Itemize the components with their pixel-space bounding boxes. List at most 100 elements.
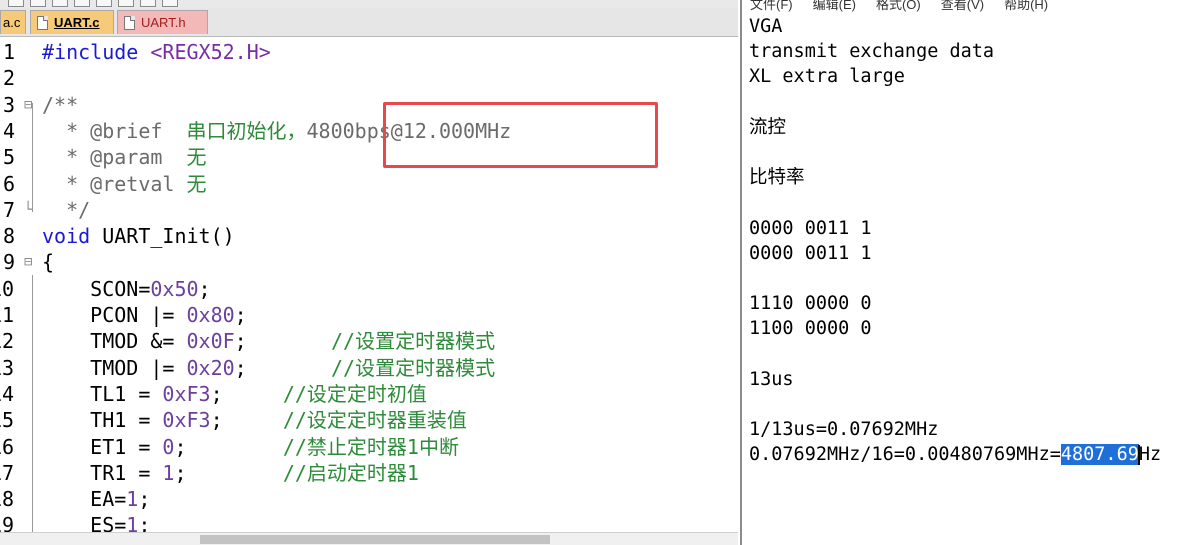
- tab-uart-c[interactable]: UART.c: [30, 10, 114, 34]
- line-number: 13: [0, 355, 15, 380]
- text-line: 1110 0000 0: [749, 293, 872, 315]
- code-token: 1: [126, 487, 139, 512]
- code-token: 0: [162, 434, 175, 459]
- selected-text[interactable]: 4807.69: [1060, 444, 1139, 466]
- text-line: XL extra large: [749, 66, 905, 88]
- code-line[interactable]: 6 * @retval 无: [0, 171, 738, 197]
- toolbar-icon[interactable]: [96, 0, 112, 7]
- text-line: 1100 0000 0: [749, 318, 872, 340]
- line-number: 14: [0, 381, 15, 406]
- code-text: */: [42, 197, 90, 223]
- line-number: 3: [3, 92, 16, 117]
- horizontal-scrollbar[interactable]: [0, 532, 738, 545]
- code-text: TMOD |= 0x20; //设置定时器模式: [42, 355, 495, 381]
- menu-item[interactable]: 格式(O): [876, 0, 921, 13]
- code-line[interactable]: 14 TL1 = 0xF3; //设定定时初值: [0, 381, 738, 407]
- code-token: ;: [234, 303, 247, 327]
- line-number: 7: [3, 197, 16, 222]
- code-token: * @param: [42, 145, 187, 170]
- code-token: <REGX52.H>: [150, 40, 271, 64]
- text-line: [749, 90, 1161, 115]
- fold-toggle-icon[interactable]: └: [24, 197, 32, 223]
- code-token: //设定定时器重装值: [282, 408, 467, 433]
- text-line: 比特率: [749, 167, 805, 189]
- code-token: ;: [174, 434, 283, 459]
- text-line: 流控: [749, 116, 787, 138]
- toolbar-icon[interactable]: [30, 0, 46, 7]
- code-token: 无: [186, 171, 207, 196]
- code-text: TL1 = 0xF3; //设定定时初值: [42, 381, 427, 407]
- menu-item[interactable]: 文件(F): [750, 0, 793, 13]
- text-line: [749, 140, 1161, 165]
- code-text: /**: [42, 92, 78, 118]
- scrollbar-thumb[interactable]: [200, 535, 550, 544]
- tab-label: UART.h: [141, 15, 186, 30]
- code-line[interactable]: 12 TMOD &= 0x0F; //设置定时器模式: [0, 328, 738, 354]
- tab-uart-h[interactable]: UART.h: [117, 10, 208, 34]
- toolbar-icon[interactable]: [8, 0, 24, 7]
- code-token: ;: [174, 460, 283, 485]
- code-token: //启动定时器1: [282, 460, 419, 485]
- code-token: * @retval: [42, 171, 187, 196]
- code-token: ET1 =: [42, 434, 163, 459]
- code-token: //设置定时器模式: [331, 329, 496, 354]
- code-text: void UART_Init(): [42, 223, 235, 249]
- code-token: PCON |=: [42, 303, 187, 327]
- line-number: 16: [0, 434, 15, 459]
- text-line: transmit exchange data: [749, 41, 995, 63]
- code-text: ET1 = 0; //禁止定时器1中断: [42, 434, 459, 460]
- line-number: 18: [0, 487, 15, 512]
- code-line[interactable]: 2: [0, 65, 738, 91]
- notepad-text-area[interactable]: VGA transmit exchange data XL extra large 流…: [749, 14, 1161, 467]
- notepad-window[interactable]: 文件(F) 编辑(E) 格式(O) 查看(V) 帮助(H) VGA transmit ex…: [740, 0, 1200, 545]
- code-text: PCON |= 0x80;: [42, 302, 247, 328]
- code-line[interactable]: 8 void UART_Init(): [0, 223, 738, 249]
- toolbar-icon[interactable]: [162, 0, 178, 7]
- toolbar-icon[interactable]: [74, 0, 90, 7]
- line-number: 5: [3, 145, 16, 170]
- code-line[interactable]: 17 TR1 = 1; //启动定时器1: [0, 460, 738, 486]
- fold-toggle-icon[interactable]: ⊟: [24, 249, 32, 275]
- toolbar-icon[interactable]: [52, 0, 68, 7]
- menu-item[interactable]: 帮助(H): [1004, 0, 1048, 13]
- text-line: [749, 392, 1161, 417]
- code-line[interactable]: 7 └ */: [0, 197, 738, 223]
- code-line[interactable]: 10 SCON=0x50;: [0, 276, 738, 302]
- code-line[interactable]: 9 ⊟ {: [0, 249, 738, 275]
- code-line[interactable]: 11 PCON |= 0x80;: [0, 302, 738, 328]
- line-number: 10: [0, 276, 15, 301]
- code-token: ;: [234, 355, 331, 380]
- line-number: 8: [3, 224, 16, 249]
- toolbar-icon[interactable]: [118, 0, 134, 7]
- code-token: */: [42, 197, 91, 222]
- line-number: 9: [3, 250, 16, 275]
- text-line: 0000 0011 1: [749, 242, 872, 264]
- code-line[interactable]: 16 ET1 = 0; //禁止定时器1中断: [0, 434, 738, 460]
- code-token: TMOD |=: [42, 355, 187, 380]
- line-number: 15: [0, 408, 15, 433]
- code-text: TR1 = 1; //启动定时器1: [42, 460, 419, 486]
- toolbar-icon[interactable]: [140, 0, 156, 7]
- text-line: [749, 341, 1161, 366]
- code-token: 0x50: [150, 276, 199, 301]
- code-line[interactable]: 1 #include <REGX52.H>: [0, 39, 738, 65]
- code-text: SCON=0x50;: [42, 276, 210, 302]
- code-line[interactable]: 18 EA=1;: [0, 486, 738, 512]
- tab-a-c[interactable]: a.c: [0, 10, 26, 34]
- text-line: 0000 0011 1: [749, 217, 872, 239]
- menu-item[interactable]: 编辑(E): [813, 0, 856, 13]
- code-line[interactable]: 13 TMOD |= 0x20; //设置定时器模式: [0, 355, 738, 381]
- line-number: 12: [0, 329, 15, 354]
- code-token: 串口初始化，: [186, 118, 307, 143]
- fold-toggle-icon[interactable]: ⊟: [24, 92, 32, 118]
- code-line[interactable]: 15 TH1 = 0xF3; //设定定时器重装值: [0, 407, 738, 433]
- text-segment: Hz: [1138, 444, 1162, 466]
- menu-item[interactable]: 查看(V): [941, 0, 984, 13]
- code-token: * @brief: [42, 118, 187, 143]
- code-text: #include <REGX52.H>: [42, 39, 271, 65]
- code-token: TH1 =: [42, 408, 163, 433]
- code-token: //设定定时初值: [282, 381, 427, 406]
- code-editor[interactable]: a.c UART.c UART.h 1 #include <REGX52.H> 2 3…: [0, 0, 738, 545]
- text-line: 0.07692MHz/16=0.00480769MHz=4807.69Hz: [749, 442, 1161, 467]
- code-text: TMOD &= 0x0F; //设置定时器模式: [42, 328, 495, 354]
